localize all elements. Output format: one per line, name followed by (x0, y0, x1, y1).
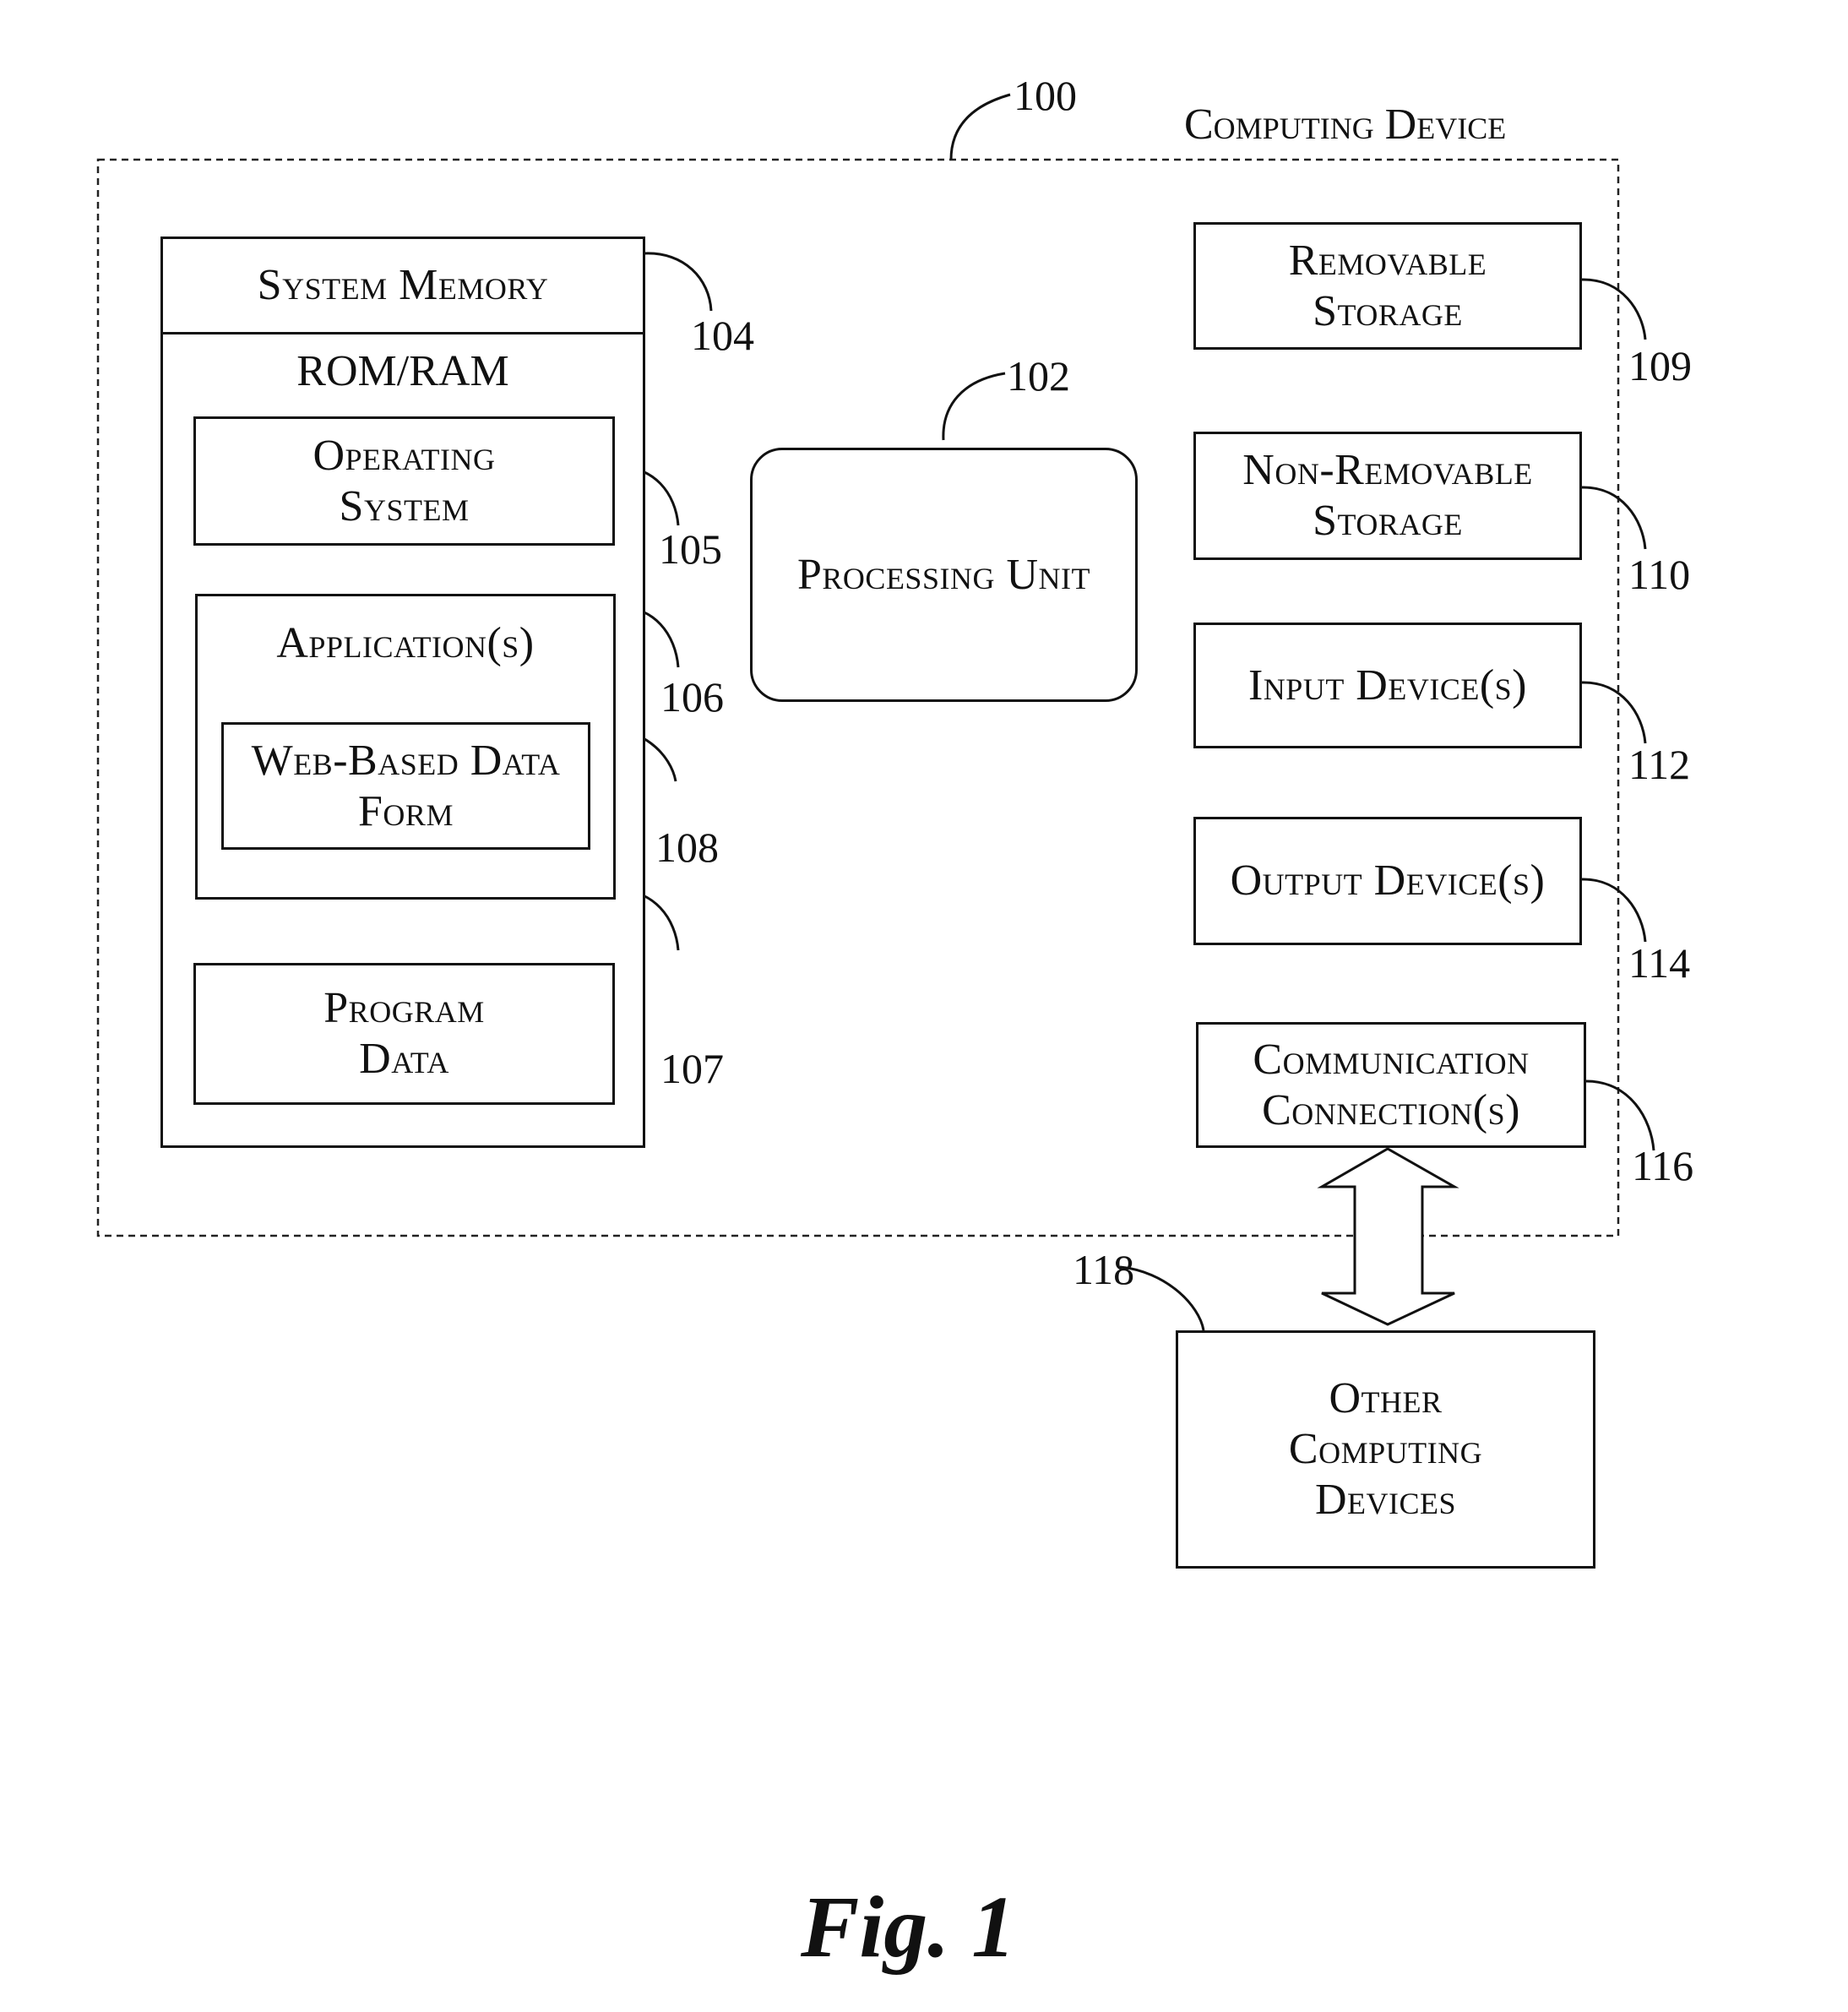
communication-connections-line2: Connection(s) (1262, 1085, 1520, 1134)
leader-line-104 (644, 252, 713, 312)
communication-connections-block: Communication Connection(s) (1196, 1022, 1586, 1148)
output-devices-label: Output Device(s) (1230, 856, 1546, 905)
ref-label-104: 104 (691, 312, 754, 359)
non-removable-storage-line1: Non-Removable (1242, 446, 1533, 494)
processing-unit-label: Processing Unit (797, 550, 1090, 599)
other-devices-line2: Computing (1288, 1425, 1483, 1473)
ref-label-110: 110 (1628, 551, 1691, 598)
communication-connections-line1: Communication (1253, 1035, 1530, 1084)
web-form-line1: Web-Based Data (251, 736, 561, 785)
system-memory-label: System Memory (257, 261, 549, 309)
computing-device-title: Computing Device (1184, 101, 1507, 149)
input-devices-block: Input Device(s) (1193, 623, 1582, 748)
figure-caption: Fig. 1 (801, 1879, 1016, 1976)
operating-system-line2: System (339, 481, 470, 530)
rom-ram-label: ROM/RAM (296, 347, 509, 395)
system-memory-header: System Memory (163, 239, 643, 334)
removable-storage-block: Removable Storage (1193, 222, 1582, 350)
ref-label-105: 105 (659, 525, 722, 573)
ref-label-100: 100 (1014, 72, 1077, 119)
non-removable-storage-line2: Storage (1313, 497, 1463, 545)
removable-storage-line1: Removable (1288, 236, 1487, 285)
leader-line-102 (942, 372, 1006, 441)
other-devices-line3: Devices (1314, 1476, 1457, 1524)
leader-line-109 (1581, 278, 1647, 340)
leader-line-114 (1581, 878, 1647, 943)
operating-system-line1: Operating (313, 431, 496, 480)
leader-line-112 (1581, 681, 1647, 744)
ref-label-106: 106 (660, 673, 724, 721)
ref-label-118: 118 (1073, 1246, 1135, 1293)
removable-storage-line2: Storage (1313, 286, 1463, 335)
leader-line-110 (1581, 486, 1647, 550)
program-data-block: Program Data (193, 963, 615, 1105)
ref-label-112: 112 (1628, 741, 1691, 788)
leader-line-116 (1585, 1079, 1655, 1151)
applications-label: Application(s) (276, 619, 535, 667)
web-based-data-form-block: Web-Based Data Form (221, 722, 590, 850)
program-data-line2: Data (359, 1035, 449, 1083)
ref-label-108: 108 (655, 824, 719, 871)
ref-label-107: 107 (660, 1045, 724, 1092)
program-data-line1: Program (323, 984, 485, 1032)
leader-line-100 (949, 93, 1011, 160)
other-computing-devices-block: Other Computing Devices (1176, 1330, 1595, 1569)
output-devices-block: Output Device(s) (1193, 817, 1582, 945)
ref-label-114: 114 (1628, 939, 1691, 987)
ref-label-109: 109 (1628, 342, 1692, 389)
non-removable-storage-block: Non-Removable Storage (1193, 432, 1582, 560)
processing-unit-block: Processing Unit (750, 448, 1138, 702)
ref-label-116: 116 (1632, 1142, 1694, 1189)
operating-system-block: Operating System (193, 416, 615, 546)
input-devices-label: Input Device(s) (1247, 661, 1527, 710)
ref-label-102: 102 (1007, 352, 1070, 400)
web-form-line2: Form (358, 786, 454, 835)
other-devices-line1: Other (1329, 1374, 1443, 1422)
